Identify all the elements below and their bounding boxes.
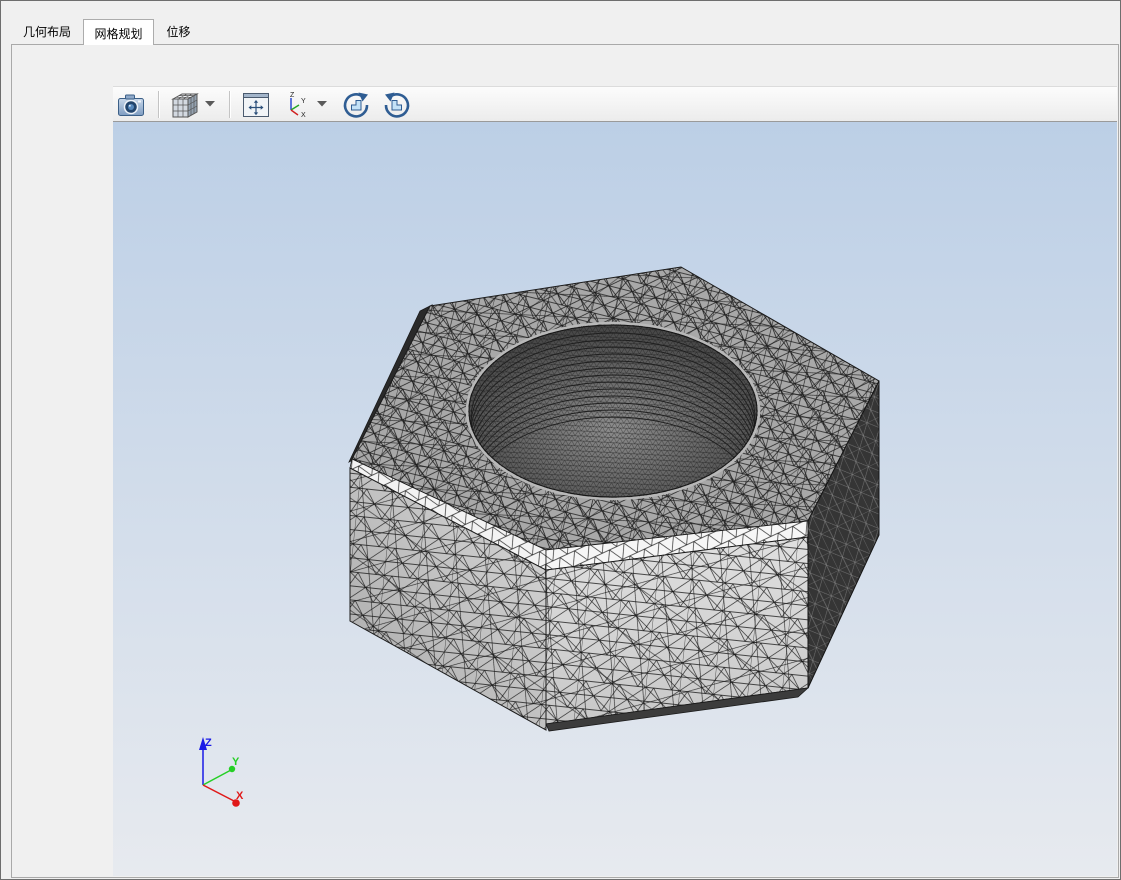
camera-icon[interactable] (117, 92, 145, 118)
mesh-scene: Z Y X (199, 266, 880, 807)
view-cube-icon[interactable] (170, 91, 200, 119)
x-axis-label: X (236, 790, 244, 802)
axis-orientation-icon[interactable]: Z Y X (286, 90, 312, 118)
3d-view-canvas[interactable]: Z Y X (113, 122, 1117, 876)
y-axis-label: Y (232, 756, 240, 768)
x-axis-line (202, 784, 235, 802)
axis-icon-x-label: X (301, 112, 306, 118)
tab-geometry-layout[interactable]: 几何布局 (12, 21, 82, 44)
toolbar-separator (229, 91, 230, 118)
axis-triad: Z Y X (199, 737, 244, 807)
axis-icon-y-label: Y (301, 98, 306, 105)
z-axis-label: Z (205, 737, 212, 749)
rotate-clockwise-icon[interactable] (341, 90, 371, 120)
hex-nut-mesh (348, 266, 880, 732)
tab-mesh-planning[interactable]: 网格规划 (83, 19, 154, 45)
viewport-toolbar: Z Y X (113, 86, 1117, 122)
fit-view-icon[interactable] (242, 92, 270, 118)
toolbar-separator (158, 91, 159, 118)
axis-icon-z-label: Z (290, 92, 295, 99)
axis-orientation-dropdown-arrow[interactable] (317, 101, 327, 107)
tab-displacement[interactable]: 位移 (155, 21, 202, 44)
3d-viewport: Z Y X Z Y X (113, 86, 1117, 876)
y-axis-line (202, 769, 232, 786)
view-cube-dropdown-arrow[interactable] (205, 101, 215, 107)
rotate-counterclockwise-icon[interactable] (382, 90, 412, 120)
